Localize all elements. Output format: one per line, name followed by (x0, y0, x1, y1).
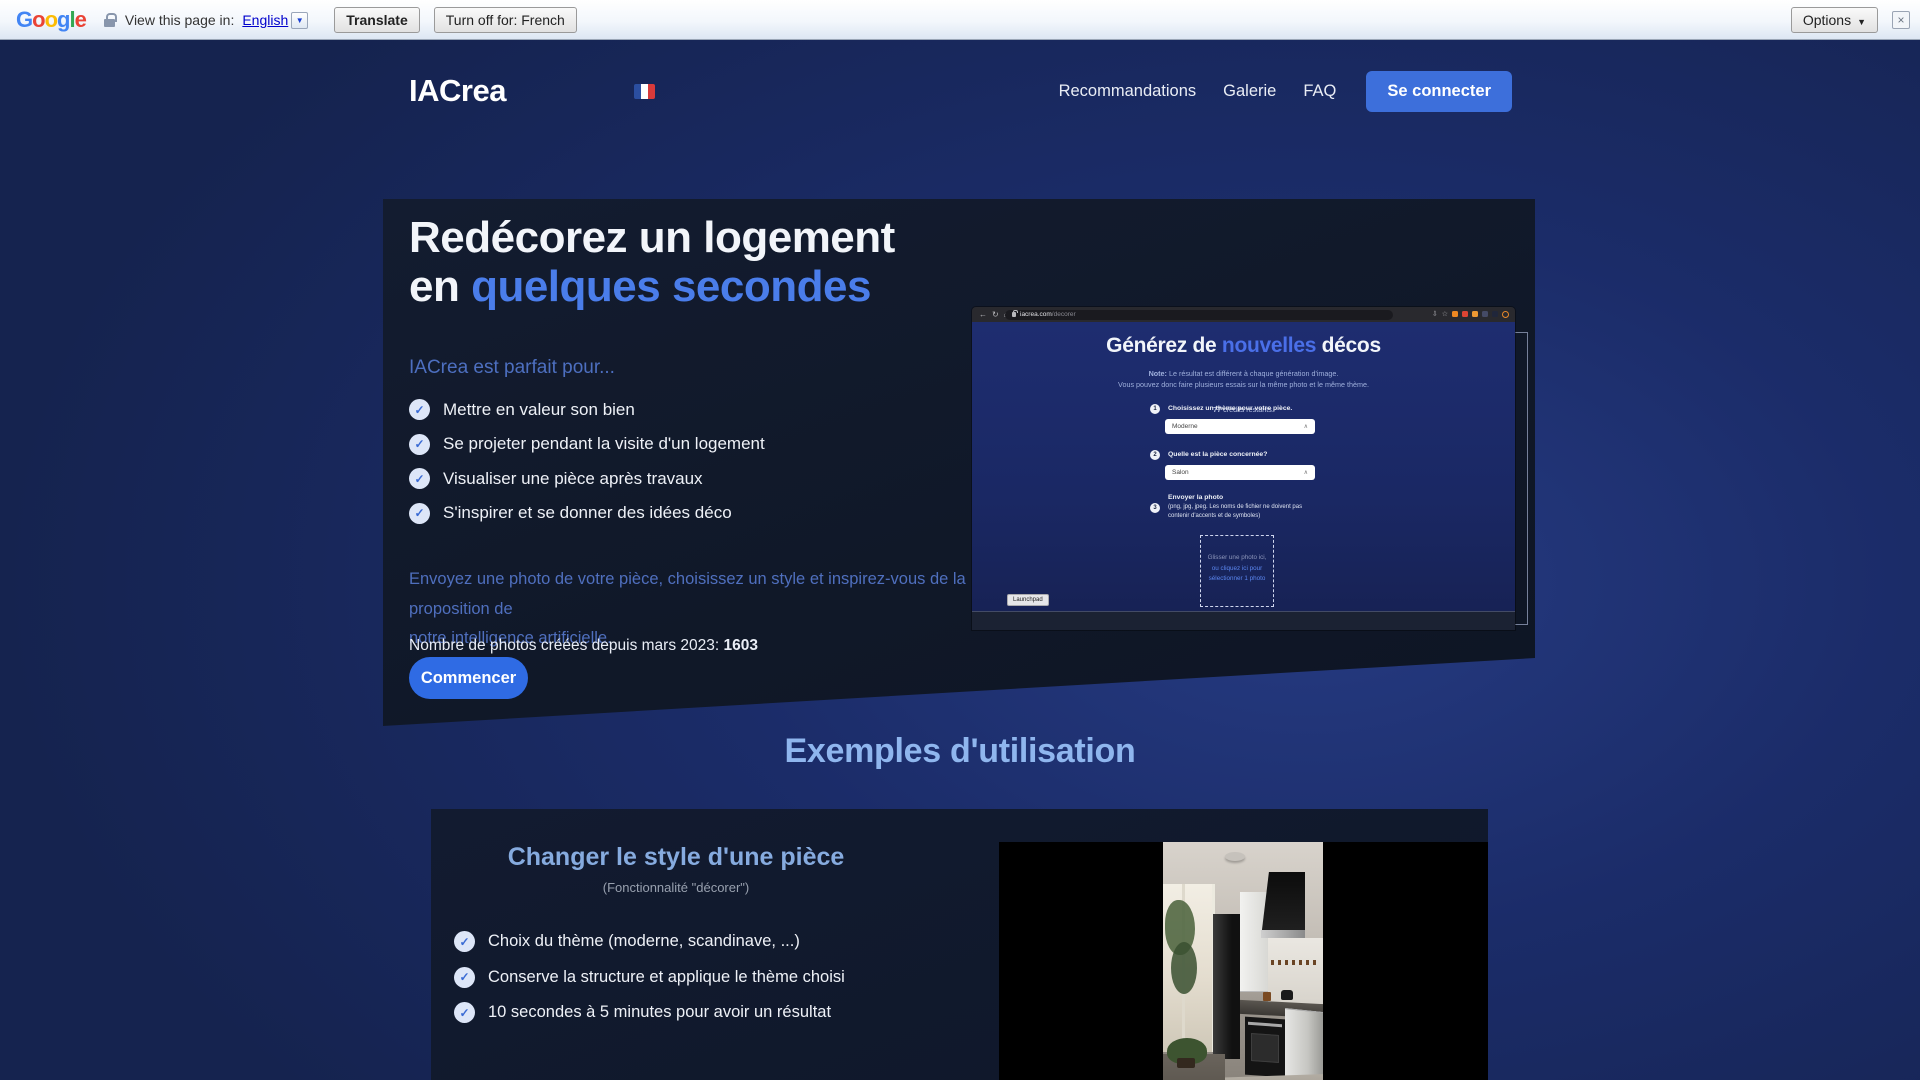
chevron-up-icon: ∧ (1304, 469, 1308, 476)
close-icon[interactable]: × (1892, 11, 1910, 29)
check-icon: ✓ (454, 931, 475, 952)
extension-icon (1462, 311, 1468, 317)
caret-down-icon: ▼ (1857, 17, 1866, 27)
hero-title: Redécorez un logement en quelques second… (409, 213, 895, 311)
screenshot-title: Générez de nouvelles décos (972, 334, 1515, 358)
google-logo-icon: Google (16, 7, 86, 33)
url-bar: iacrea.com/decorer (1005, 310, 1393, 320)
download-icon: ⇩ (1432, 311, 1438, 318)
check-icon: ✓ (454, 1002, 475, 1023)
options-button[interactable]: Options▼ (1791, 7, 1878, 33)
list-item: ✓ Mettre en valeur son bien (409, 399, 765, 420)
back-icon: ← (979, 311, 987, 319)
nav-item-recommandations[interactable]: Recommandations (1059, 82, 1197, 101)
kitchen-photo (1163, 842, 1323, 1080)
site-header: IACrea Recommandations Galerie FAQ Se co… (409, 62, 1512, 120)
list-item: ✓ 10 secondes à 5 minutes pour avoir un … (454, 1002, 845, 1023)
step-label: Quelle est la pièce concernée? (1168, 451, 1267, 458)
check-icon: ✓ (409, 399, 430, 420)
main-nav: Recommandations Galerie FAQ Se connecter (1059, 71, 1512, 112)
language-link[interactable]: English (242, 12, 288, 28)
turn-off-button[interactable]: Turn off for: French (434, 7, 577, 33)
profile-icon (1502, 311, 1509, 318)
view-page-label: View this page in: (125, 12, 234, 28)
theme-select: Moderne ∧ (1165, 419, 1315, 434)
step-number: 2 (1150, 450, 1160, 460)
extension-icon (1472, 311, 1478, 317)
brand-logo[interactable]: IACrea (409, 73, 506, 109)
step-number: 3 (1150, 503, 1160, 513)
upload-dropzone: Glisser une photo ici, ou cliquez ici po… (1200, 535, 1274, 607)
list-item: ✓ Conserve la structure et applique le t… (454, 967, 845, 988)
photo-counter: Nombre de photos créées depuis mars 2023… (409, 637, 758, 655)
padlock-icon (1012, 312, 1016, 317)
check-icon: ✓ (409, 434, 430, 455)
example-image (999, 842, 1488, 1080)
example-card-subtitle: (Fonctionnalité "décorer") (431, 880, 921, 895)
french-flag-icon (634, 84, 655, 99)
star-icon: ☆ (1442, 311, 1448, 318)
example-checklist: ✓ Choix du thème (moderne, scandinave, .… (454, 931, 845, 1023)
examples-section-title: Exemples d'utilisation (0, 732, 1920, 771)
example-card: Changer le style d'une pièce (Fonctionna… (431, 809, 1488, 1080)
screenshot-window-edge (972, 611, 1515, 630)
chevron-up-icon: ∧ (1304, 423, 1308, 430)
list-item: ✓ S'inspirer et se donner des idées déco (409, 503, 765, 524)
list-item: ✓ Se projeter pendant la visite d'un log… (409, 434, 765, 455)
step-label: Envoyer la photo (1168, 494, 1223, 501)
extension-icon (1452, 311, 1458, 317)
screenshot-note: Note: Le résultat est différent à chaque… (972, 369, 1515, 378)
perfect-for-label: IACrea est parfait pour... (409, 357, 615, 379)
commencer-button[interactable]: Commencer (409, 657, 528, 699)
step-label: Choisissez un thème pour votre pièce. (1168, 405, 1292, 412)
language-dropdown[interactable]: ▼ (291, 12, 308, 29)
room-select: Salon ∧ (1165, 465, 1315, 480)
refresh-icon: ↻ (992, 311, 999, 319)
list-item: ✓ Choix du thème (moderne, scandinave, .… (454, 931, 845, 952)
translate-button[interactable]: Translate (334, 7, 419, 33)
check-icon: ✓ (409, 468, 430, 489)
screenshot-content: Générez de nouvelles décos Note: Le résu… (972, 322, 1515, 611)
browser-extension-icons: ⇩ ☆ (1432, 311, 1509, 318)
extension-icon (1482, 311, 1488, 317)
lock-icon (104, 13, 115, 27)
check-icon: ✓ (409, 503, 430, 524)
nav-item-galerie[interactable]: Galerie (1223, 82, 1276, 101)
list-item: ✓ Visualiser une pièce après travaux (409, 468, 765, 489)
nav-item-faq[interactable]: FAQ (1303, 82, 1336, 101)
page-root: Google View this page in: English ▼ Tran… (0, 0, 1920, 1080)
photo-counter-value: 1603 (723, 637, 757, 654)
app-screenshot: ← ↻ ⌂ iacrea.com/decorer ⇩ ☆ (972, 307, 1515, 630)
check-icon: ✓ (454, 967, 475, 988)
screenshot-note: Vous pouvez donc faire plusieurs essais … (972, 380, 1515, 389)
page-background: IACrea Recommandations Galerie FAQ Se co… (0, 40, 1920, 1080)
example-card-title: Changer le style d'une pièce (431, 843, 921, 872)
step-number: 1 (1150, 404, 1160, 414)
hero-title-accent: quelques secondes (471, 262, 871, 311)
login-button[interactable]: Se connecter (1366, 71, 1512, 112)
google-translate-bar: Google View this page in: English ▼ Tran… (0, 0, 1920, 40)
hero-checklist: ✓ Mettre en valeur son bien ✓ Se projete… (409, 399, 765, 524)
example-card-text: Changer le style d'une pièce (Fonctionna… (431, 809, 951, 1080)
browser-toolbar: ← ↻ ⌂ iacrea.com/decorer ⇩ ☆ (972, 307, 1515, 322)
caret-down-icon: ▼ (296, 16, 304, 25)
extension-icon (1492, 311, 1498, 317)
launchpad-tooltip: Launchpad (1007, 594, 1049, 606)
